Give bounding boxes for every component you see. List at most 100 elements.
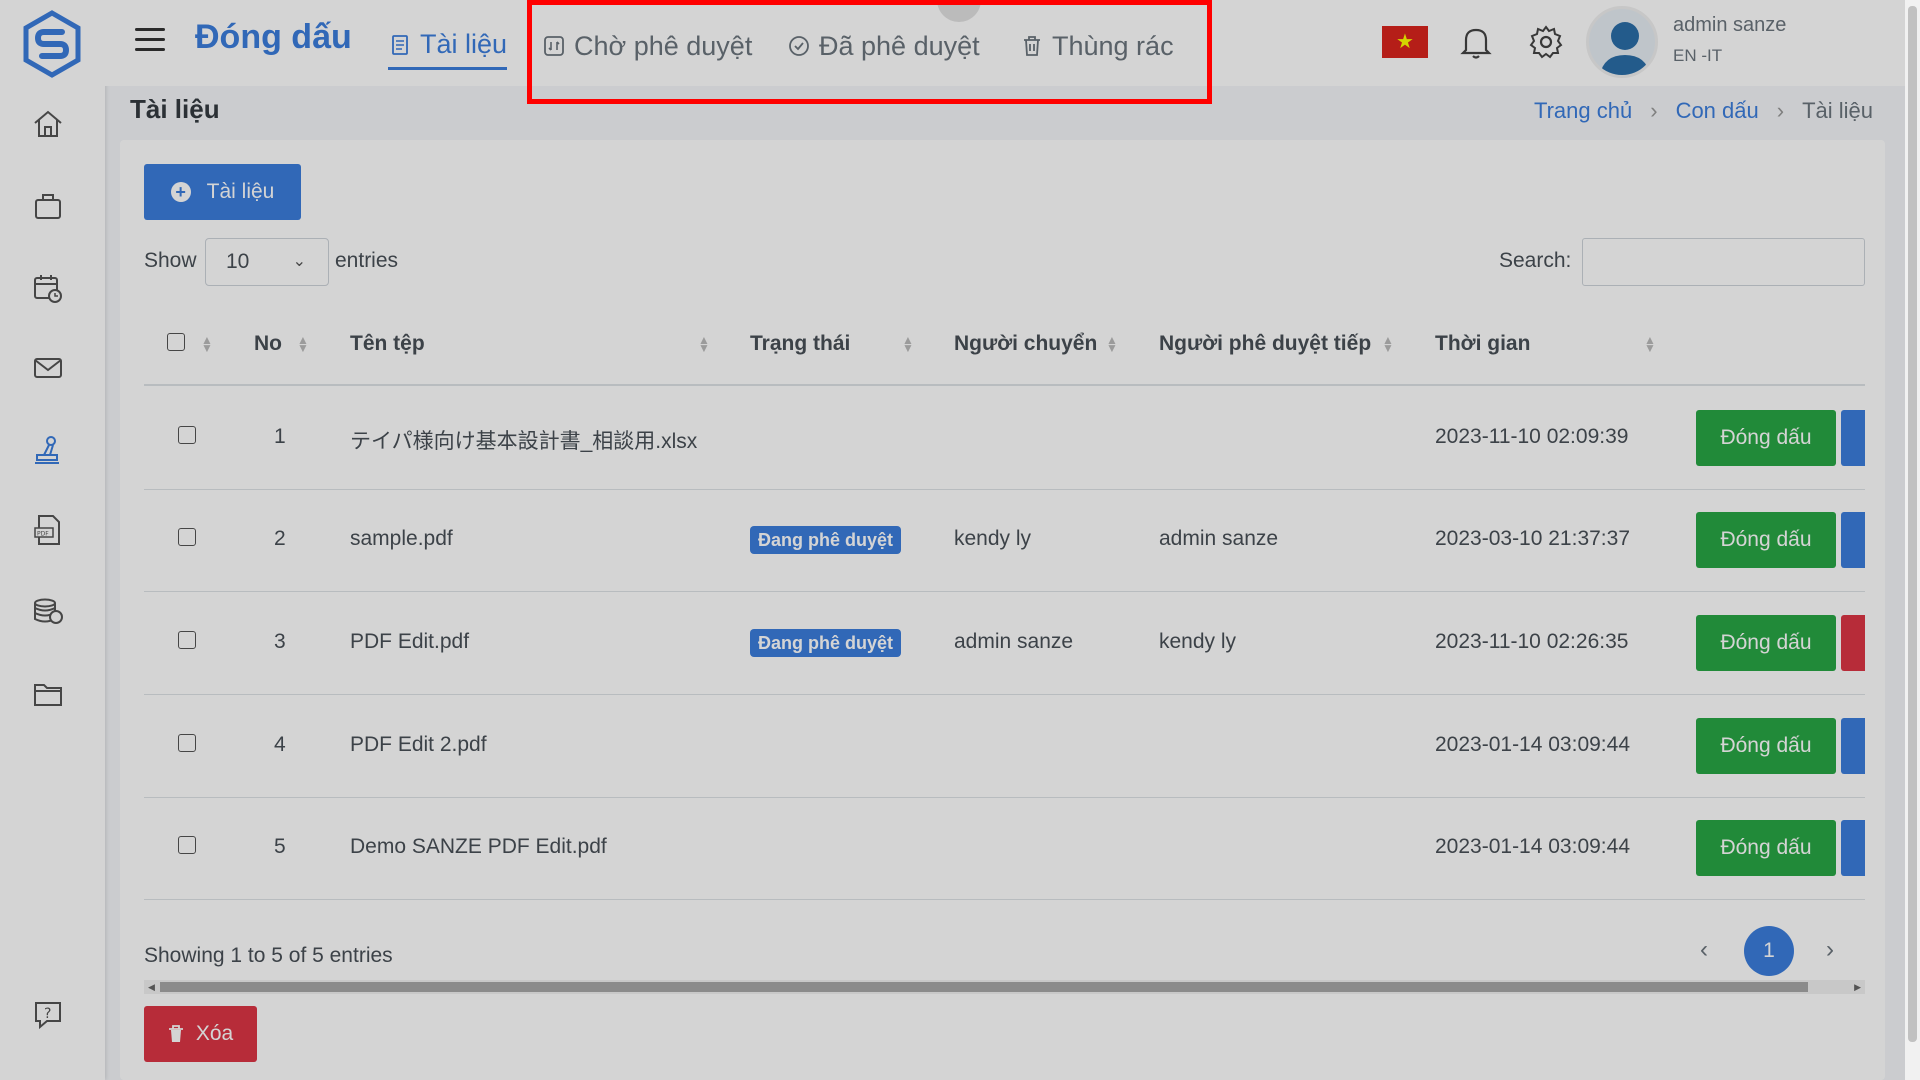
breadcrumb-current: Tài liệu — [1802, 98, 1873, 123]
scroll-left-icon[interactable]: ◀ — [148, 980, 155, 994]
mail-icon[interactable] — [28, 348, 68, 388]
stamp-button[interactable]: Đóng dấu — [1696, 512, 1836, 568]
col-file-name[interactable]: Tên tệp — [350, 332, 425, 356]
calendar-clock-icon[interactable] — [28, 268, 68, 308]
row-checkbox[interactable] — [178, 528, 196, 546]
sidebar: PDF ? — [0, 0, 105, 1080]
sort-icon[interactable]: ▲ ▼ — [902, 334, 914, 354]
row-checkbox[interactable] — [178, 426, 196, 444]
search-input[interactable] — [1582, 238, 1865, 286]
app-logo[interactable] — [22, 10, 82, 78]
user-subtitle: EN -IT — [1673, 46, 1723, 65]
gear-icon[interactable] — [1526, 22, 1566, 62]
stamp-icon[interactable] — [28, 430, 68, 470]
status-badge: Đang phê duyệt — [750, 629, 902, 657]
chevron-right-icon: › — [1650, 98, 1658, 123]
row-next-approver: admin sanze — [1159, 527, 1279, 550]
stamp-button[interactable]: Đóng dấu — [1696, 615, 1836, 671]
scroll-thumb[interactable] — [1908, 6, 1917, 1042]
row-action-button[interactable] — [1841, 820, 1865, 876]
row-action-button[interactable] — [1841, 718, 1865, 774]
folder-icon[interactable] — [28, 674, 68, 714]
stamp-button[interactable]: Đóng dấu — [1696, 410, 1836, 466]
pagination-page[interactable]: 1 — [1744, 926, 1794, 976]
pending-icon — [544, 36, 564, 56]
row-file-name[interactable]: テイパ様向け基本設計書_相談用.xlsx — [350, 425, 697, 455]
sort-icon[interactable]: ▲ ▼ — [1106, 334, 1118, 354]
svg-text:PDF: PDF — [37, 531, 49, 538]
bell-icon[interactable] — [1456, 22, 1496, 62]
user-name[interactable]: admin sanze — [1673, 14, 1786, 37]
stamp-button[interactable]: Đóng dấu — [1696, 718, 1836, 774]
vietnam-flag-icon[interactable]: ★ — [1382, 26, 1428, 58]
row-checkbox[interactable] — [178, 734, 196, 752]
row-time: 2023-11-10 02:09:39 — [1435, 425, 1629, 448]
tab-trash[interactable]: Thùng rác — [1020, 22, 1174, 70]
scroll-thumb[interactable] — [160, 982, 1808, 992]
tab-pending-approval[interactable]: Chờ phê duyệt — [542, 22, 752, 70]
tab-approved-label: Đã phê duyệt — [819, 30, 980, 61]
scroll-right-icon[interactable]: ▶ — [1854, 980, 1861, 994]
sort-icon[interactable]: ▲ ▼ — [1382, 334, 1394, 354]
stamp-button[interactable]: Đóng dấu — [1696, 820, 1836, 876]
row-file-name[interactable]: Demo SANZE PDF Edit.pdf — [350, 835, 607, 859]
col-time[interactable]: Thời gian — [1435, 332, 1530, 356]
sort-icon[interactable]: ▲ ▼ — [297, 334, 309, 354]
menu-toggle-icon[interactable] — [135, 28, 165, 54]
row-time: 2023-11-10 02:26:35 — [1435, 630, 1629, 653]
breadcrumb: Trang chủ › Con dấu › Tài liệu — [1534, 98, 1873, 124]
entries-select-value: 10 — [226, 250, 250, 273]
add-document-button[interactable]: + Tài liệu — [144, 164, 301, 220]
tab-pending-label: Chờ phê duyệt — [574, 30, 753, 61]
row-next-approver: kendy ly — [1159, 630, 1237, 653]
coins-icon[interactable] — [28, 592, 68, 632]
vertical-scrollbar[interactable] — [1905, 0, 1920, 1080]
row-action-button[interactable] — [1841, 410, 1865, 466]
sort-icon[interactable]: ▲ ▼ — [698, 334, 710, 354]
chevron-right-icon: › — [1776, 98, 1785, 123]
plus-circle-icon: + — [170, 182, 191, 202]
page-title: Tài liệu — [130, 94, 220, 124]
trash-icon — [1024, 36, 1040, 56]
col-status[interactable]: Trạng thái — [750, 332, 850, 356]
tab-documents[interactable]: Tài liệu — [388, 22, 508, 70]
row-file-name[interactable]: sample.pdf — [350, 527, 453, 551]
pagination-next-icon[interactable]: › — [1826, 936, 1834, 964]
row-time: 2023-01-14 03:09:44 — [1435, 733, 1630, 756]
row-checkbox[interactable] — [178, 836, 196, 854]
help-icon[interactable]: ? — [28, 994, 68, 1034]
delete-button[interactable]: Xóa — [144, 1006, 257, 1062]
pagination-prev-icon[interactable]: ‹ — [1700, 936, 1708, 964]
document-icon — [392, 34, 408, 55]
row-no: 2 — [274, 527, 286, 550]
tab-approved[interactable]: Đã phê duyệt — [787, 22, 980, 70]
col-no[interactable]: No — [254, 332, 282, 356]
delete-label: Xóa — [195, 1022, 234, 1045]
row-file-name[interactable]: PDF Edit.pdf — [350, 630, 469, 654]
breadcrumb-stamp[interactable]: Con dấu — [1676, 98, 1759, 124]
row-divider — [144, 489, 1865, 490]
col-sender[interactable]: Người chuyển — [954, 332, 1097, 356]
row-action-button[interactable] — [1841, 512, 1865, 568]
row-checkbox[interactable] — [178, 631, 196, 649]
horizontal-scrollbar[interactable]: ◀ ▶ — [144, 980, 1865, 994]
pdf-file-icon[interactable]: PDF — [28, 510, 68, 550]
row-no: 5 — [274, 835, 286, 858]
select-all-checkbox[interactable] — [167, 333, 185, 351]
row-divider — [144, 694, 1865, 695]
row-file-name[interactable]: PDF Edit 2.pdf — [350, 733, 487, 757]
briefcase-icon[interactable] — [28, 186, 68, 226]
add-document-label: Tài liệu — [206, 180, 275, 203]
breadcrumb-home[interactable]: Trang chủ — [1534, 98, 1632, 124]
status-badge: Đang phê duyệt — [750, 526, 902, 554]
home-icon[interactable] — [28, 104, 68, 144]
app-title: Đóng dấu — [195, 18, 352, 56]
entries-select[interactable]: 10 ⌄ — [205, 238, 329, 286]
col-next-approver[interactable]: Người phê duyệt tiếp — [1159, 332, 1371, 356]
row-action-button[interactable] — [1841, 615, 1865, 671]
avatar[interactable] — [1586, 6, 1658, 78]
sort-icon[interactable]: ▲ ▼ — [1644, 334, 1656, 354]
trash-icon — [168, 1025, 183, 1042]
sort-icon[interactable]: ▲ ▼ — [201, 334, 213, 354]
table-header-divider — [144, 384, 1865, 386]
